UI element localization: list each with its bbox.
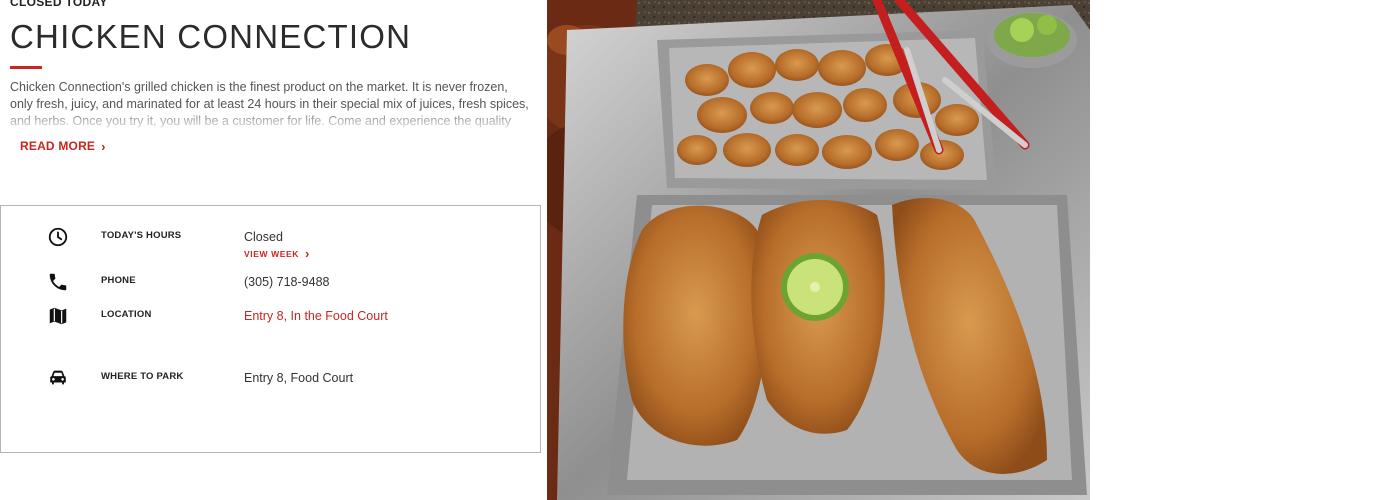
view-week-label: VIEW WEEK: [244, 248, 299, 259]
map-icon: [49, 307, 67, 325]
food-photo: [547, 0, 1090, 500]
chevron-right-icon: ›: [305, 246, 310, 261]
hours-label: TODAY'S HOURS: [101, 230, 182, 241]
phone-label: PHONE: [101, 275, 136, 286]
location-label: LOCATION: [101, 309, 152, 320]
clock-icon: [48, 227, 68, 247]
read-more-label: READ MORE: [20, 139, 96, 153]
phone-value[interactable]: (305) 718-9488: [244, 275, 329, 289]
fried-fish-and-chicken-image: [547, 0, 1090, 500]
hours-value: Closed: [244, 230, 283, 244]
phone-icon: [49, 273, 67, 291]
location-link[interactable]: Entry 8, In the Food Court: [244, 309, 388, 323]
status-label: CLOSED TODAY: [10, 0, 108, 9]
chevron-right-icon: ›: [101, 138, 106, 154]
parking-label: WHERE TO PARK: [101, 371, 184, 382]
description-fade: [10, 113, 530, 131]
info-panel: TODAY'S HOURS Closed VIEW WEEK › PHONE (…: [0, 205, 541, 453]
description-container: Chicken Connection's grilled chicken is …: [10, 79, 530, 131]
car-icon: [50, 370, 66, 385]
parking-value: Entry 8, Food Court: [244, 371, 354, 385]
read-more-link[interactable]: READ MORE ›: [20, 139, 106, 153]
page-title: CHICKEN CONNECTION: [10, 18, 412, 55]
view-week-link[interactable]: VIEW WEEK ›: [244, 247, 310, 260]
title-underline: [10, 66, 42, 69]
